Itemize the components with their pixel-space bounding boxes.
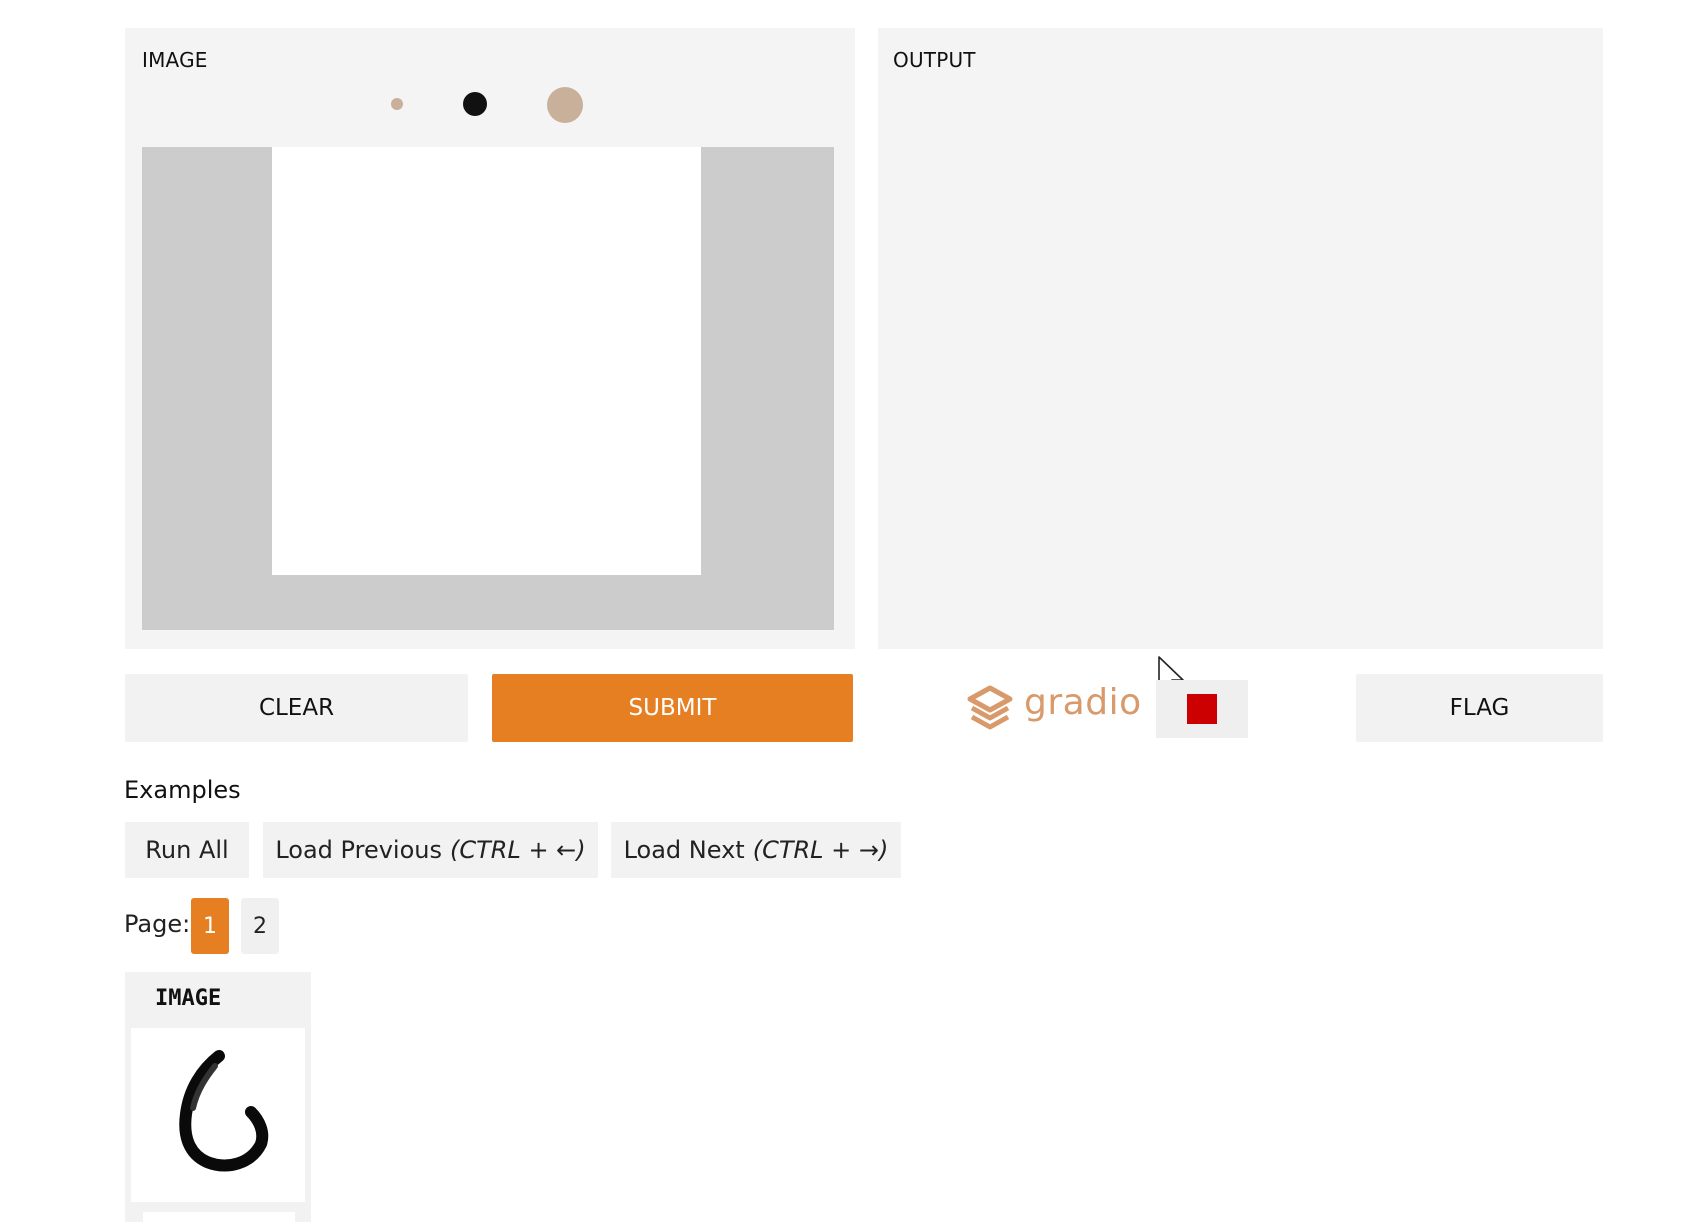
example-thumbnail-2[interactable] (143, 1212, 295, 1232)
sketch-canvas[interactable] (272, 147, 701, 575)
brush-large-icon[interactable] (547, 87, 583, 123)
page-button-1[interactable]: 1 (191, 898, 229, 954)
brush-medium-icon[interactable] (463, 92, 487, 116)
page-button-2[interactable]: 2 (241, 898, 279, 954)
run-all-button[interactable]: Run All (125, 822, 249, 878)
stop-recording-button[interactable] (1156, 680, 1248, 738)
examples-table: IMAGE (125, 972, 311, 1232)
brush-small-icon[interactable] (391, 98, 403, 110)
load-previous-button[interactable]: Load Previous (CTRL + ←) (263, 822, 598, 878)
stop-icon (1187, 694, 1217, 724)
submit-button[interactable]: SUBMIT (492, 674, 853, 742)
image-input-label: IMAGE (142, 48, 208, 72)
image-input-panel: IMAGE (125, 28, 855, 649)
output-panel: OUTPUT (878, 28, 1603, 649)
flag-button[interactable]: FLAG (1356, 674, 1603, 742)
run-all-label: Run All (145, 836, 229, 864)
gradio-logo-text: gradio (1024, 682, 1142, 723)
load-next-hint: (CTRL + →) (752, 836, 889, 864)
output-label: OUTPUT (893, 48, 976, 72)
gradio-logo-icon (967, 685, 1013, 730)
handwritten-digit-sample (179, 1050, 269, 1172)
sketch-canvas-area (142, 147, 834, 630)
examples-heading: Examples (124, 776, 241, 804)
clear-button[interactable]: CLEAR (125, 674, 468, 742)
gradio-logo: gradio (962, 678, 1142, 738)
load-previous-hint: (CTRL + ←) (449, 836, 586, 864)
load-previous-label: Load Previous (275, 836, 442, 864)
page-label: Page: (124, 910, 191, 938)
load-next-button[interactable]: Load Next (CTRL + →) (611, 822, 901, 878)
examples-table-header: IMAGE (155, 986, 222, 1011)
load-next-label: Load Next (623, 836, 745, 864)
example-thumbnail-1[interactable] (131, 1028, 305, 1202)
